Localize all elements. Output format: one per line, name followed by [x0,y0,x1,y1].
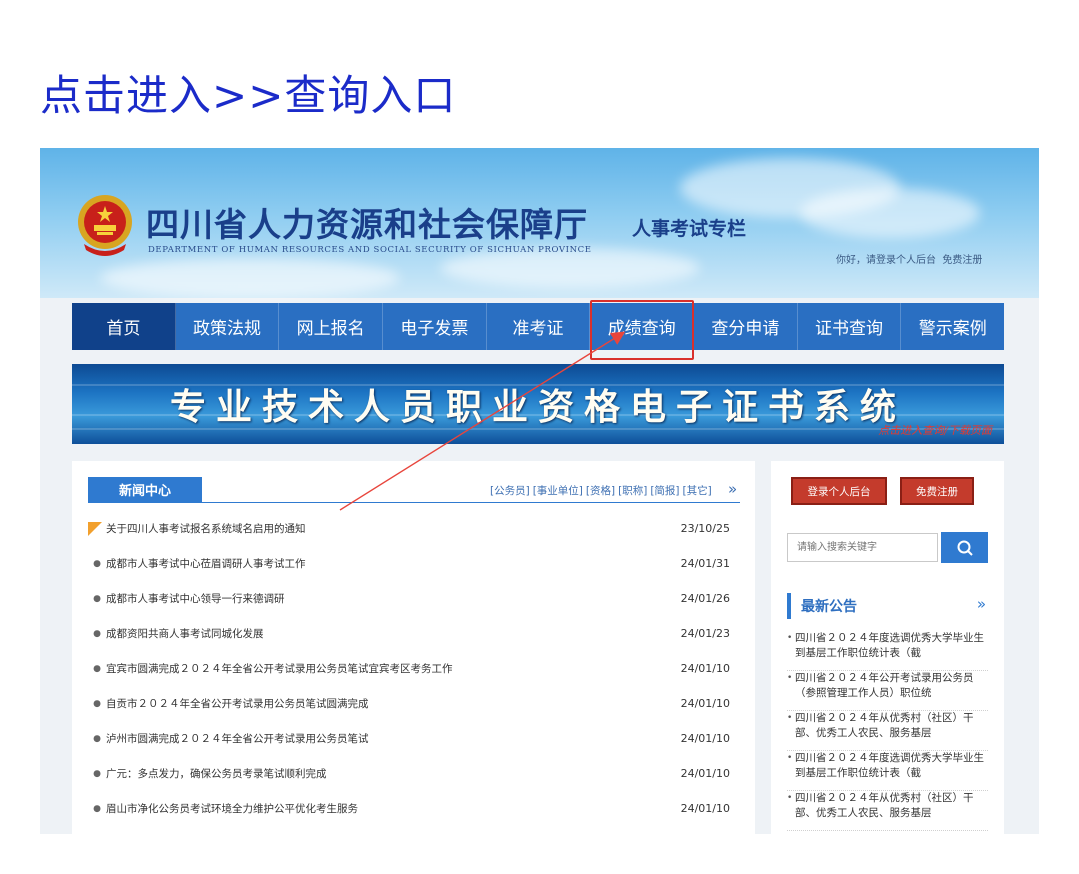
news-title: 泸州市圆满完成２０２４年全省公开考试录用公务员笔试 [106,733,369,745]
nav-item-policy[interactable]: 政策法规 [176,303,280,350]
banner-query-link[interactable]: 点击进入查询/下载页面 [878,422,992,438]
news-date: 24/01/10 [680,662,730,675]
nav-item-warning-cases[interactable]: 警示案例 [901,303,1004,350]
notice-more-icon[interactable]: » [977,595,986,613]
nav-item-certificate-query[interactable]: 证书查询 [798,303,902,350]
category-title[interactable]: [职称] [618,483,647,498]
news-date: 24/01/10 [680,767,730,780]
news-title: 成都市人事考试中心领导一行来德调研 [106,593,285,605]
sidebar-panel: 登录个人后台 免费注册 最新公告 » 四川省２０２４年度选调优秀大学毕业生到基层… [771,461,1004,834]
nav-item-score-query[interactable]: 成绩查询 [590,303,695,350]
website-screenshot: 四川省人力资源和社会保障厅 DEPARTMENT OF HUMAN RESOUR… [40,148,1039,834]
news-list: 关于四川人事考试报名系统域名启用的通知 23/10/25 ● 成都市人事考试中心莅眉… [88,511,740,826]
new-flag-icon [88,521,106,536]
news-title: 关于四川人事考试报名系统域名启用的通知 [106,523,306,535]
news-title: 自贡市２０２４年全省公开考试录用公务员笔试圆满完成 [106,698,369,710]
nav-item-invoice[interactable]: 电子发票 [383,303,487,350]
bullet-icon: ● [93,698,101,709]
org-name-cn: 四川省人力资源和社会保障厅 [146,205,588,244]
main-nav: 首页 政策法规 网上报名 电子发票 准考证 成绩查询 查分申请 证书查询 警示案… [72,303,1004,350]
news-center-tab[interactable]: 新闻中心 [88,477,202,502]
site-header: 四川省人力资源和社会保障厅 DEPARTMENT OF HUMAN RESOUR… [40,148,1039,298]
notice-item[interactable]: 四川省２０２４年度选调优秀大学毕业生到基层工作职位统计表（截 [787,631,988,671]
header-login-links: 你好，请登录个人后台 免费注册 [836,251,982,266]
nav-item-registration[interactable]: 网上报名 [279,303,384,350]
search-button[interactable] [941,532,988,563]
news-item[interactable]: ● 广元：多点发力，确保公务员考录笔试顺利完成 24/01/10 [88,756,740,791]
news-date: 24/01/10 [680,732,730,745]
category-other[interactable]: [其它] [683,483,712,498]
nav-item-home[interactable]: 首页 [72,303,176,350]
news-title: 成都资阳共商人事考试同城化发展 [106,628,264,640]
news-item[interactable]: ● 成都资阳共商人事考试同城化发展 24/01/23 [88,616,740,651]
column-title: 人事考试专栏 [632,218,747,240]
bullet-icon: ● [93,663,101,674]
notice-title: 最新公告 [801,599,857,615]
register-button[interactable]: 免费注册 [900,477,974,505]
news-date: 24/01/23 [680,627,730,640]
page-caption: 点击进入>>查询入口 [40,71,457,120]
certificate-system-banner[interactable]: 专业技术人员职业资格电子证书系统 点击进入查询/下载页面 [72,364,1004,444]
org-name-en: DEPARTMENT OF HUMAN RESOURCES AND SOCIAL… [148,245,592,255]
login-link[interactable]: 你好，请登录个人后台 [836,255,936,266]
nav-item-score-review[interactable]: 查分申请 [694,303,798,350]
news-title: 眉山市净化公务员考试环境全力维护公平优化考生服务 [106,803,358,815]
bullet-icon: ● [93,593,101,604]
news-divider [88,502,740,503]
news-item[interactable]: ● 宜宾市圆满完成２０２４年全省公开考试录用公务员笔试宜宾考区考务工作 24/01/… [88,651,740,686]
notice-list: 四川省２０２４年度选调优秀大学毕业生到基层工作职位统计表（截 四川省２０２４年公… [787,631,988,831]
bullet-icon: ● [93,628,101,639]
news-title: 广元：多点发力，确保公务员考录笔试顺利完成 [106,768,327,780]
banner-title: 专业技术人员职业资格电子证书系统 [169,386,906,428]
news-item[interactable]: 关于四川人事考试报名系统域名启用的通知 23/10/25 [88,511,740,546]
news-date: 24/01/10 [680,802,730,815]
category-civil-servant[interactable]: [公务员] [490,483,530,498]
notice-header: 最新公告 » [787,593,988,619]
bullet-icon: ● [93,558,101,569]
news-center-panel: 新闻中心 [公务员] [事业单位] [资格] [职称] [简报] [其它] » … [72,461,755,834]
news-item[interactable]: ● 泸州市圆满完成２０２４年全省公开考试录用公务员笔试 24/01/10 [88,721,740,756]
news-more-icon[interactable]: » [728,480,737,498]
news-date: 24/01/10 [680,697,730,710]
news-title: 宜宾市圆满完成２０２４年全省公开考试录用公务员笔试宜宾考区考务工作 [106,663,453,675]
news-item[interactable]: ● 眉山市净化公务员考试环境全力维护公平优化考生服务 24/01/10 [88,791,740,826]
notice-item[interactable]: 四川省２０２４年从优秀村（社区）干部、优秀工人农民、服务基层 [787,791,988,831]
search-icon [957,540,973,556]
register-link[interactable]: 免费注册 [942,255,982,266]
notice-item[interactable]: 四川省２０２４年从优秀村（社区）干部、优秀工人农民、服务基层 [787,711,988,751]
notice-item[interactable]: 四川省２０２４年度选调优秀大学毕业生到基层工作职位统计表（截 [787,751,988,791]
bullet-icon: ● [93,768,101,779]
nav-item-admission-ticket[interactable]: 准考证 [487,303,591,350]
news-title: 成都市人事考试中心莅眉调研人事考试工作 [106,558,306,570]
news-date: 24/01/31 [680,557,730,570]
national-emblem-icon [78,195,132,256]
category-public-institution[interactable]: [事业单位] [533,483,583,498]
category-briefing[interactable]: [简报] [650,483,679,498]
bullet-icon: ● [93,803,101,814]
news-item[interactable]: ● 成都市人事考试中心领导一行来德调研 24/01/26 [88,581,740,616]
search-input[interactable] [787,533,938,562]
notice-item[interactable]: 四川省２０２４年公开考试录用公务员（参照管理工作人员）职位统 [787,671,988,711]
news-item[interactable]: ● 成都市人事考试中心莅眉调研人事考试工作 24/01/31 [88,546,740,581]
news-item[interactable]: ● 自贡市２０２４年全省公开考试录用公务员笔试圆满完成 24/01/10 [88,686,740,721]
news-date: 23/10/25 [680,522,730,535]
news-date: 24/01/26 [680,592,730,605]
news-categories: [公务员] [事业单位] [资格] [职称] [简报] [其它] [490,483,715,498]
login-backend-button[interactable]: 登录个人后台 [791,477,887,505]
category-qualification[interactable]: [资格] [586,483,615,498]
bullet-icon: ● [93,733,101,744]
